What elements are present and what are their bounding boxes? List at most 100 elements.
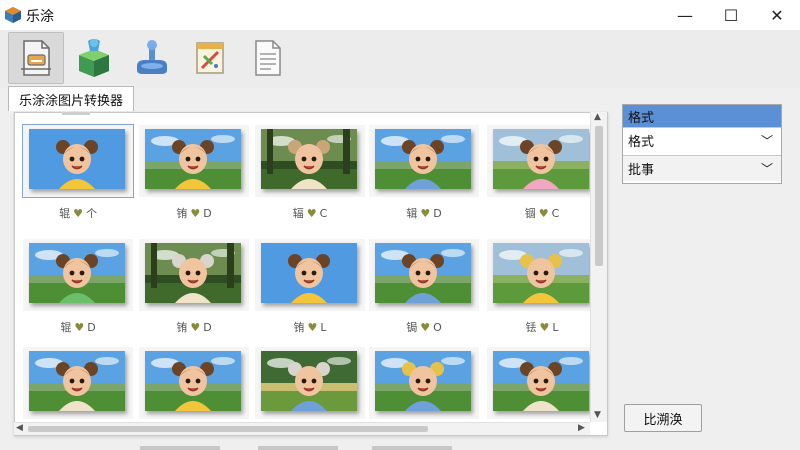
caption-char: 锢	[524, 207, 536, 220]
thumbnail-frame	[23, 347, 133, 419]
caption-char: 铕	[176, 321, 188, 334]
scroll-up-icon[interactable]: ▲	[594, 112, 601, 122]
gallery-item[interactable]: 铕 ♥ D	[139, 239, 249, 345]
minimize-button[interactable]: —	[662, 0, 708, 30]
chevron-down-icon: ﹀	[760, 162, 773, 176]
thumbnail-frame	[369, 347, 479, 419]
caption-code: L	[320, 321, 327, 334]
heart-icon: ♥	[538, 207, 549, 220]
gallery-item[interactable]: 锢 ♥ C	[487, 125, 597, 231]
tool-document-convert[interactable]	[8, 32, 64, 84]
thumbnail-frame	[487, 239, 597, 311]
caption-char: 辐	[292, 207, 304, 220]
caption-char: 铕	[293, 321, 305, 334]
tab-indicator	[62, 112, 90, 115]
thumbnail-image	[375, 243, 471, 303]
tool-pencil-pad[interactable]	[182, 32, 238, 84]
thumbnail-image	[375, 351, 471, 411]
gallery-item[interactable]: 铕 ♥ L	[255, 239, 365, 345]
caption-code: D	[203, 321, 212, 334]
format-select[interactable]: 格式 ﹀	[623, 127, 781, 153]
caption-char: 辊	[59, 207, 71, 220]
horizontal-scroll-thumb[interactable]	[28, 426, 428, 432]
batch-select-value: 批事	[628, 163, 655, 178]
thumbnail-frame	[139, 239, 249, 311]
thumbnail-frame	[255, 239, 365, 311]
caption-code: D	[203, 207, 212, 220]
gallery-item[interactable]: 锔 ♥ O	[369, 239, 479, 345]
scroll-down-icon[interactable]: ▼	[594, 410, 601, 420]
action-button[interactable]: 比溯涣	[624, 404, 702, 432]
gallery-item-caption: 辊 ♥ 个	[23, 205, 133, 221]
horizontal-scrollbar[interactable]: ◀ ▶	[14, 422, 590, 435]
thumbnail-image	[145, 351, 241, 411]
gallery-item-caption: 锔 ♥ O	[369, 319, 479, 335]
caption-char: 辊	[60, 321, 72, 334]
document-convert-icon	[21, 40, 51, 76]
thumbnail-peek	[140, 446, 220, 450]
thumbnail-image	[261, 243, 357, 303]
toolbar	[0, 30, 800, 88]
gallery-item[interactable]: 辑 ♥ D	[369, 125, 479, 231]
heart-icon: ♥	[73, 207, 83, 220]
gallery-item-caption: 锢 ♥ C	[487, 205, 597, 221]
window-title: 乐涂	[26, 9, 54, 25]
app-logo-icon	[5, 7, 21, 23]
thumbnail-image	[493, 351, 589, 411]
batch-select[interactable]: 批事 ﹀	[623, 155, 781, 181]
tab-image-converter[interactable]: 乐涂涂图片转换器	[8, 86, 135, 111]
thumbnail-frame	[23, 239, 133, 311]
image-gallery: 辊 ♥ 个铕 ♥ D 辐 ♥ C 辑 ♥ D 锢 ♥ C 辊 ♥ D 铕 ♥ D 铕 ♥ L 锔 ♥ O 铥 ♥ L	[14, 112, 608, 436]
heart-icon: ♥	[190, 207, 201, 220]
tool-puzzle-box[interactable]	[66, 32, 122, 84]
thumbnail-image	[375, 129, 471, 189]
gallery-item-caption: 铕 ♥ D	[139, 205, 249, 221]
caption-code: 个	[85, 207, 97, 220]
thumbnail-frame	[255, 347, 365, 419]
thumbnail-frame	[487, 125, 597, 197]
tool-joystick[interactable]	[124, 32, 180, 84]
format-panel: 格式 格式 ﹀ 批事 ﹀	[622, 104, 782, 184]
gallery-item-caption: 辐 ♥ C	[255, 205, 365, 221]
gallery-item-caption: 辊 ♥ D	[23, 319, 133, 335]
heart-icon: ♥	[190, 321, 201, 334]
gallery-item-caption: 辑 ♥ D	[369, 205, 479, 221]
thumbnail-image	[261, 351, 357, 411]
scroll-right-icon[interactable]: ▶	[578, 423, 585, 433]
caption-code: C	[551, 207, 560, 220]
close-button[interactable]: ✕	[754, 0, 800, 30]
thumbnail-frame	[369, 125, 479, 197]
scroll-left-icon[interactable]: ◀	[16, 423, 23, 433]
caption-char: 锔	[406, 321, 418, 334]
joystick-icon	[137, 40, 167, 74]
caption-char: 铥	[525, 321, 537, 334]
thumbnail-peek	[258, 446, 338, 450]
gallery-item[interactable]: 辐 ♥ C	[255, 125, 365, 231]
caption-code: L	[552, 321, 559, 334]
tool-document[interactable]	[240, 32, 296, 84]
gallery-item-caption: 铥 ♥ L	[487, 319, 597, 335]
document-icon	[255, 40, 281, 76]
gallery-item[interactable]: 辊 ♥ D	[23, 239, 133, 345]
thumbnail-image	[29, 351, 125, 411]
caption-char: 铕	[176, 207, 188, 220]
caption-code: O	[433, 321, 442, 334]
gallery-item[interactable]: 铥 ♥ L	[487, 239, 597, 345]
vertical-scroll-thumb[interactable]	[595, 126, 603, 266]
thumbnail-frame	[487, 347, 597, 419]
pencil-pad-icon	[196, 42, 224, 74]
thumbnail-frame	[369, 239, 479, 311]
heart-icon: ♥	[306, 207, 317, 220]
vertical-scrollbar[interactable]: ▲ ▼	[590, 112, 607, 422]
maximize-button[interactable]: ☐	[708, 0, 754, 30]
heart-icon: ♥	[539, 321, 550, 334]
title-bar: 乐涂 — ☐ ✕	[0, 0, 800, 30]
thumbnail-image	[145, 243, 241, 303]
gallery-item[interactable]: 辊 ♥ 个	[22, 124, 134, 231]
thumbnail-image	[145, 129, 241, 189]
gallery-item[interactable]: 铕 ♥ D	[139, 125, 249, 231]
thumbnail-image	[29, 129, 125, 189]
caption-char: 辑	[406, 207, 418, 220]
thumbnail-frame	[255, 125, 365, 197]
thumbnail-image	[29, 243, 125, 303]
